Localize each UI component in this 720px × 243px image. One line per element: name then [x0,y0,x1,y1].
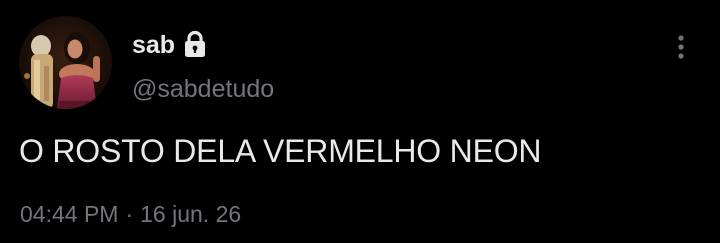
tweet-text: O ROSTO DELA VERMELHO NEON [19,133,542,169]
display-name[interactable]: sab [132,28,175,62]
avatar[interactable] [19,16,112,109]
post-metadata: 04:44 PM · 16 jun. 26 [20,198,241,230]
post-date[interactable]: 16 jun. 26 [140,201,241,227]
more-options-button[interactable] [664,30,698,64]
avatar-photo [19,16,112,109]
tweet: sab @sabdetudo O ROSTO DELA VERMELHO NEO… [0,0,720,243]
more-vertical-icon [678,35,684,59]
handle[interactable]: @sabdetudo [132,72,274,106]
post-time[interactable]: 04:44 PM [20,201,118,227]
lock-icon [182,30,208,58]
meta-separator: · [125,201,134,227]
display-name-row: sab [132,28,208,62]
